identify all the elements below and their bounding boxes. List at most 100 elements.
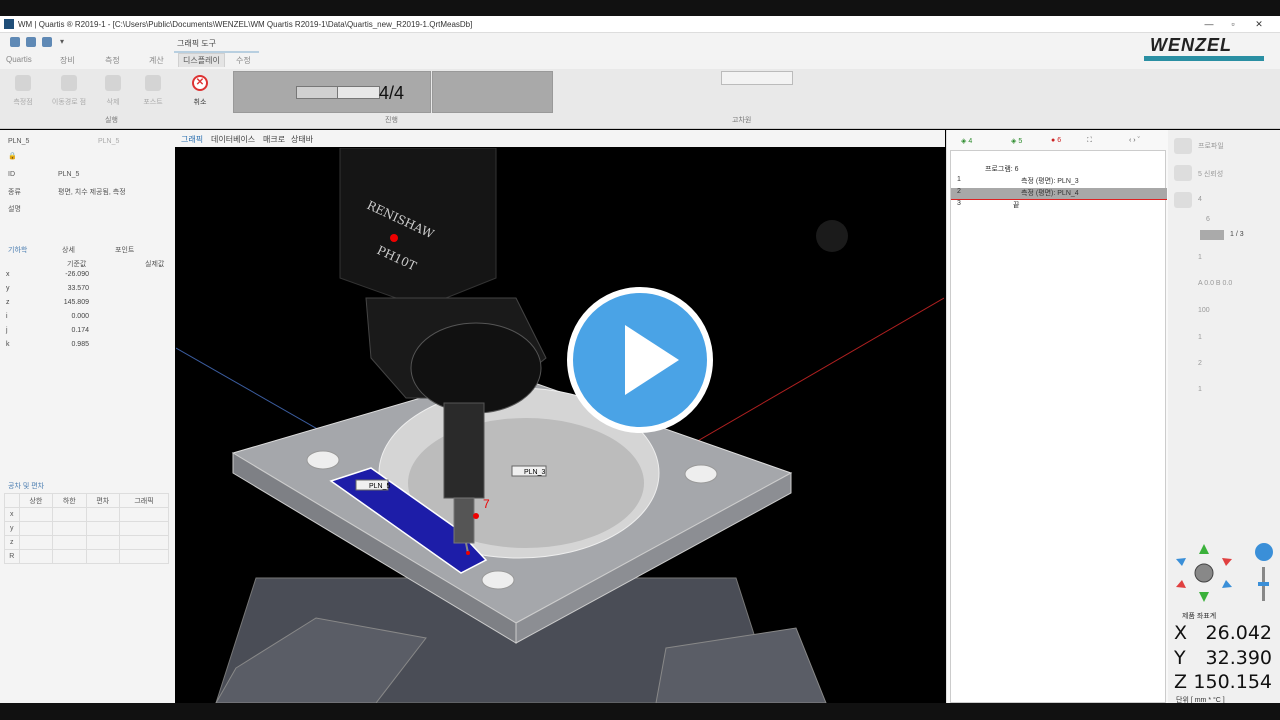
jog-up-icon[interactable]: [1199, 544, 1209, 554]
fr-label: 1: [1198, 386, 1202, 393]
section-tab-detail[interactable]: 상세: [62, 245, 75, 255]
toolbar-value: 5: [1018, 138, 1023, 145]
nav-arrows-icon[interactable]: ‹ › ˇ: [1129, 137, 1140, 144]
toolbar-dot-6[interactable]: ● 6: [1051, 137, 1061, 144]
jog-right-up-icon[interactable]: [1222, 558, 1232, 566]
minimize-icon[interactable]: —: [1202, 18, 1216, 30]
top-black-bar: [0, 0, 1280, 16]
logo-accent-bar: [1144, 56, 1264, 61]
tab-calculate[interactable]: 계산: [149, 55, 164, 66]
bolt-hole: [481, 570, 515, 590]
grid-value: 0.174: [71, 327, 89, 334]
jog-center-icon[interactable]: [1194, 563, 1214, 583]
jog-right-down-icon[interactable]: [1222, 580, 1232, 588]
fr-label: 2: [1198, 360, 1202, 367]
quick-access-icon[interactable]: [10, 37, 20, 47]
tab-quartis[interactable]: Quartis: [6, 55, 32, 64]
post-button[interactable]: 포스트: [136, 73, 170, 107]
grid-row-j: j 0.174: [4, 327, 169, 341]
quick-access-menu-icon[interactable]: ▾: [60, 37, 70, 47]
grid-key: k: [6, 341, 10, 348]
progress-fill: [297, 87, 338, 98]
list-item[interactable]: 3끝: [951, 200, 1167, 212]
viewport-tab-strip: 그래픽 데이터베이스 매크로 상태바: [175, 130, 945, 147]
tolerance-header-row: 상한 하한 편차 그래픽: [4, 493, 169, 508]
measured-point: [473, 513, 479, 519]
tab-display[interactable]: 디스플레이: [178, 53, 225, 67]
speed-slider-thumb[interactable]: [1258, 582, 1269, 586]
feature-tab-1[interactable]: PLN_5: [8, 138, 29, 145]
jog-left-up-icon[interactable]: [1176, 558, 1186, 566]
delete-button[interactable]: 삭제: [96, 73, 130, 107]
machine-control-panel: 프로파일 5 신뢰성 4 6 1 / 3 1 A 0.0 B 0.0 100 1…: [1168, 130, 1280, 704]
expand-icon[interactable]: ⛶: [1087, 137, 1092, 145]
3d-scene: PLN_5 PLN_3 RENISHAW PH10T 7: [176, 148, 944, 703]
tab-edit[interactable]: 수정: [236, 55, 251, 66]
tolerance-header: 하한: [52, 493, 87, 508]
cancel-button[interactable]: ✕ 취소: [183, 73, 217, 107]
table-row[interactable]: R: [4, 549, 169, 564]
tab-machine[interactable]: 장비: [60, 55, 75, 66]
table-row[interactable]: z: [4, 535, 169, 550]
list-item-selected[interactable]: 2 측정 (평면): PLN_4: [951, 188, 1167, 200]
display-field[interactable]: [721, 71, 793, 85]
program-panel: ◈ 4 ◈ 5 ● 6 ⛶ ‹ › ˇ 프로그램: 6 1 측정 (평면): PL…: [946, 130, 1168, 703]
tolerance-table: 상한 하한 편차 그래픽 x y z R: [4, 493, 169, 564]
feature-tab-2[interactable]: PLN_5: [98, 138, 119, 145]
list-item[interactable]: 1 측정 (평면): PLN_3: [951, 176, 1167, 188]
probe-extension: [453, 497, 475, 544]
probe-body: [443, 402, 485, 499]
toolbar-value: 4: [968, 138, 973, 145]
grid-value: 0.985: [71, 341, 89, 348]
coord-system-label: 제품 좌표계: [1182, 613, 1217, 620]
fr-label: A 0.0 B 0.0: [1198, 280, 1233, 287]
profile-icon[interactable]: [1174, 138, 1192, 154]
stylus-tip: [466, 551, 470, 555]
jog-left-down-icon[interactable]: [1176, 580, 1186, 588]
jog-controls[interactable]: [1172, 542, 1276, 608]
progress-panel-secondary: [432, 71, 553, 113]
grid-key: i: [6, 313, 8, 320]
coord-value: 150.154: [1193, 671, 1272, 693]
grid-key: z: [6, 299, 10, 306]
reliability-icon[interactable]: [1174, 165, 1192, 181]
quick-access-icon[interactable]: [26, 37, 36, 47]
lock-icon[interactable]: 🔒: [8, 152, 17, 160]
rotate-icon[interactable]: [1255, 543, 1273, 561]
toolbar-diamond-4[interactable]: ◈ 4: [961, 137, 972, 145]
3d-viewport[interactable]: PLN_5 PLN_3 RENISHAW PH10T 7: [176, 148, 944, 703]
move-path-point-button[interactable]: 이동경로 점: [48, 73, 90, 107]
section-tab-points[interactable]: 포인트: [115, 245, 134, 255]
table-row[interactable]: y: [4, 521, 169, 536]
slider-box[interactable]: [1200, 230, 1224, 240]
progress-panel: 4/4: [233, 71, 431, 113]
row-text: 측정 (평면): PLN_4: [1021, 190, 1079, 197]
view-cube-ghost[interactable]: [816, 220, 848, 252]
tolerance-header: 상한: [18, 493, 54, 508]
maximize-icon[interactable]: ▫: [1226, 18, 1240, 30]
jog-down-icon[interactable]: [1199, 592, 1209, 602]
grid-header-actual: 실제값: [145, 261, 165, 268]
tab-database[interactable]: 데이터베이스: [211, 134, 255, 145]
fr-label: 1: [1198, 254, 1202, 261]
tab-measure[interactable]: 측정: [105, 55, 120, 66]
tab-graphics[interactable]: 그래픽: [181, 134, 203, 145]
tolerance-header: [4, 493, 20, 508]
measure-point-button[interactable]: 측정점: [6, 73, 40, 107]
fr-label: 100: [1198, 307, 1210, 314]
stylus-icon[interactable]: [1174, 192, 1192, 208]
play-button[interactable]: [567, 287, 713, 433]
table-row[interactable]: x: [4, 507, 169, 522]
tab-statusbar[interactable]: 상태바: [291, 134, 313, 145]
prop-value-type: 평면, 치수 제공됨, 측정: [58, 189, 126, 196]
grid-row-i: i 0.000: [4, 313, 169, 327]
section-tab-geometry[interactable]: 기하학: [8, 245, 27, 255]
group-label-advanced: 고차원: [732, 117, 752, 124]
close-icon[interactable]: ✕: [1252, 18, 1266, 30]
post-icon: [145, 75, 161, 91]
move-path-label: 이동경로 점: [51, 99, 87, 106]
tab-macro[interactable]: 매크로: [263, 134, 285, 145]
quick-access-icon[interactable]: [42, 37, 52, 47]
prop-value-id: PLN_5: [58, 171, 80, 178]
toolbar-diamond-5[interactable]: ◈ 5: [1011, 137, 1022, 145]
